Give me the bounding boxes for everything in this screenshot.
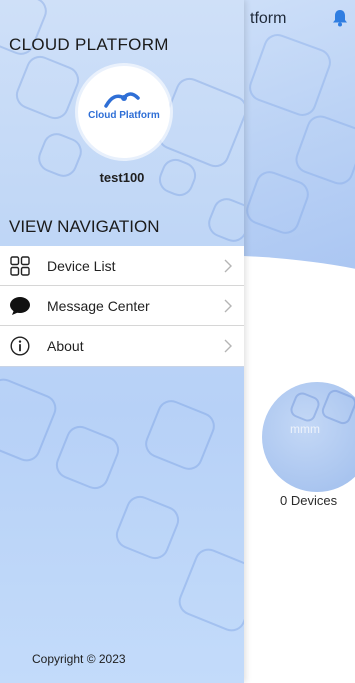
device-circle-label: mmm xyxy=(290,422,320,436)
navigation-drawer: CLOUD PLATFORM Cloud Platform test100 VI… xyxy=(0,0,244,683)
decor-square xyxy=(0,374,61,466)
chevron-right-icon xyxy=(224,299,232,313)
nav-section-title: VIEW NAVIGATION xyxy=(9,217,160,236)
divider xyxy=(0,366,244,367)
drawer-title: CLOUD PLATFORM xyxy=(9,35,169,54)
copyright-text: Copyright © 2023 xyxy=(32,652,126,666)
nav-item-label: Device List xyxy=(47,257,116,274)
decor-square xyxy=(111,491,184,564)
decor-square xyxy=(203,193,244,247)
logo-text: Cloud Platform xyxy=(88,110,160,121)
chevron-right-icon xyxy=(224,339,232,353)
nav-item-message-center[interactable]: Message Center xyxy=(0,286,244,326)
grid-icon xyxy=(9,255,31,277)
decor-square xyxy=(245,30,335,120)
decor-square xyxy=(51,421,124,494)
devices-count: 0 Devices xyxy=(280,493,338,508)
decor-square xyxy=(288,390,322,424)
decor-square xyxy=(140,395,220,475)
decor-square xyxy=(319,387,355,427)
bell-icon[interactable] xyxy=(332,9,348,27)
nav-item-about[interactable]: About xyxy=(0,326,244,366)
chat-bubble-icon xyxy=(9,295,31,317)
nav-list: Device List Message Center About xyxy=(0,246,244,366)
chevron-right-icon xyxy=(224,259,232,273)
app-title: tform xyxy=(250,10,287,27)
info-icon xyxy=(9,335,31,357)
device-circle[interactable]: mmm xyxy=(262,382,355,492)
nav-item-label: Message Center xyxy=(47,297,150,314)
nav-item-label: About xyxy=(47,338,84,354)
decor-square xyxy=(11,51,84,124)
decor-square xyxy=(242,167,313,238)
decor-square xyxy=(291,111,355,189)
decor-square xyxy=(174,544,244,636)
app-logo: Cloud Platform xyxy=(78,66,170,158)
nav-item-device-list[interactable]: Device List xyxy=(0,246,244,286)
app-screen: tform mmm 0 Devices CLOUD PLATFORM Cloud… xyxy=(0,0,355,683)
cloud-logo-icon: Cloud Platform xyxy=(88,92,160,121)
username: test100 xyxy=(99,170,145,185)
